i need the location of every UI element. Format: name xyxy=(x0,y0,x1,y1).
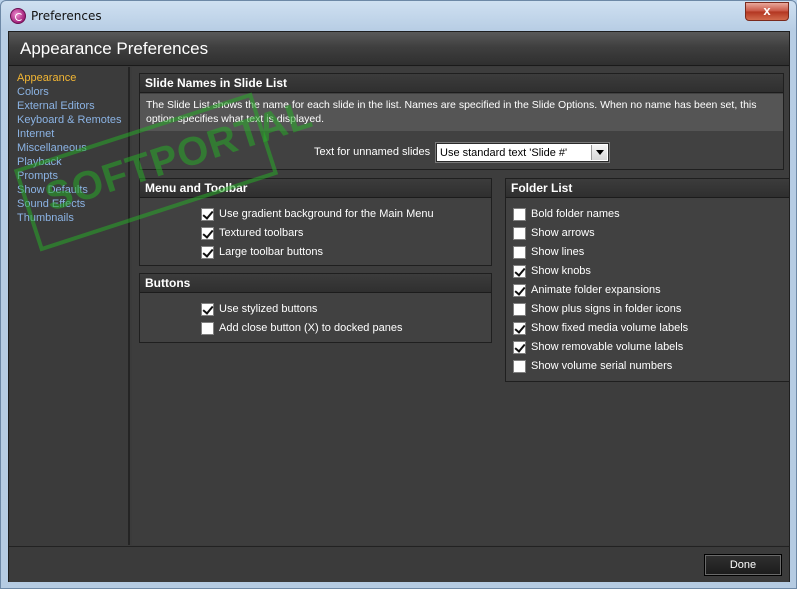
textured-toolbars-label: Textured toolbars xyxy=(219,227,304,239)
menu-toolbar-heading: Menu and Toolbar xyxy=(140,179,491,198)
bold-folder-names-label: Bold folder names xyxy=(531,208,620,220)
animate-folder-expansions-label: Animate folder expansions xyxy=(531,284,661,296)
close-button-docked-label: Add close button (X) to docked panes xyxy=(219,322,403,334)
app-logo-icon xyxy=(10,8,26,24)
window-title: Preferences xyxy=(31,9,102,23)
title-bar[interactable]: Preferences x xyxy=(1,1,796,31)
sidebar-item-keyboard-remotes[interactable]: Keyboard & Remotes xyxy=(17,114,122,126)
slide-names-panel: Slide Names in Slide List The Slide List… xyxy=(139,73,784,170)
sidebar-item-show-defaults[interactable]: Show Defaults xyxy=(17,184,88,196)
main-content: Slide Names in Slide List The Slide List… xyxy=(132,67,790,545)
buttons-panel: Buttons Use stylized buttons Add close b… xyxy=(139,273,492,343)
slide-names-description: The Slide List shows the name for each s… xyxy=(140,94,783,131)
show-knobs-option[interactable]: Show knobs xyxy=(513,263,591,279)
show-removable-labels-checkbox[interactable] xyxy=(513,340,526,354)
close-button-docked-checkbox[interactable] xyxy=(201,321,214,335)
sidebar-item-thumbnails[interactable]: Thumbnails xyxy=(17,212,74,224)
show-fixed-media-labels-checkbox[interactable] xyxy=(513,321,526,335)
stylized-buttons-option[interactable]: Use stylized buttons xyxy=(201,301,317,317)
show-lines-label: Show lines xyxy=(531,246,585,258)
chevron-down-icon[interactable] xyxy=(591,145,607,160)
sidebar-item-miscellaneous[interactable]: Miscellaneous xyxy=(17,142,87,154)
show-plus-signs-label: Show plus signs in folder icons xyxy=(531,303,682,315)
done-button[interactable]: Done xyxy=(704,554,782,576)
footer-bar: Done xyxy=(9,546,789,582)
show-knobs-checkbox[interactable] xyxy=(513,264,526,278)
stylized-buttons-label: Use stylized buttons xyxy=(219,303,318,315)
gradient-background-option[interactable]: Use gradient background for the Main Men… xyxy=(201,206,434,222)
show-removable-labels-label: Show removable volume labels xyxy=(531,341,684,353)
preferences-window: Preferences x Appearance Preferences App… xyxy=(0,0,797,589)
gradient-background-checkbox[interactable] xyxy=(201,207,214,221)
show-removable-labels-option[interactable]: Show removable volume labels xyxy=(513,339,683,355)
large-toolbar-buttons-label: Large toolbar buttons xyxy=(219,246,323,258)
sidebar: Appearance Colors External Editors Keybo… xyxy=(9,67,130,545)
show-lines-checkbox[interactable] xyxy=(513,245,526,259)
sidebar-item-internet[interactable]: Internet xyxy=(17,128,54,140)
textured-toolbars-checkbox[interactable] xyxy=(201,226,214,240)
animate-folder-expansions-checkbox[interactable] xyxy=(513,283,526,297)
sidebar-item-sound-effects[interactable]: Sound Effects xyxy=(17,198,85,210)
sidebar-item-prompts[interactable]: Prompts xyxy=(17,170,58,182)
show-arrows-option[interactable]: Show arrows xyxy=(513,225,595,241)
close-button-docked-option[interactable]: Add close button (X) to docked panes xyxy=(201,320,402,336)
client-area: Appearance Preferences Appearance Colors… xyxy=(8,31,790,582)
show-serial-numbers-checkbox[interactable] xyxy=(513,359,526,373)
stylized-buttons-checkbox[interactable] xyxy=(201,302,214,316)
folder-list-panel: Folder List Bold folder names Show arrow… xyxy=(505,178,790,382)
show-fixed-media-labels-label: Show fixed media volume labels xyxy=(531,322,689,334)
page-title: Appearance Preferences xyxy=(20,39,209,58)
show-serial-numbers-option[interactable]: Show volume serial numbers xyxy=(513,358,672,374)
gradient-background-label: Use gradient background for the Main Men… xyxy=(219,208,434,220)
unnamed-slides-select[interactable]: Use standard text 'Slide #' xyxy=(435,142,610,163)
bold-folder-names-checkbox[interactable] xyxy=(513,207,526,221)
animate-folder-expansions-option[interactable]: Animate folder expansions xyxy=(513,282,661,298)
unnamed-slides-label: Text for unnamed slides xyxy=(314,146,431,158)
bold-folder-names-option[interactable]: Bold folder names xyxy=(513,206,620,222)
show-plus-signs-option[interactable]: Show plus signs in folder icons xyxy=(513,301,681,317)
window-close-button[interactable]: x xyxy=(745,2,789,21)
sidebar-item-external-editors[interactable]: External Editors xyxy=(17,100,95,112)
textured-toolbars-option[interactable]: Textured toolbars xyxy=(201,225,303,241)
show-serial-numbers-label: Show volume serial numbers xyxy=(531,360,673,372)
show-arrows-label: Show arrows xyxy=(531,227,595,239)
show-knobs-label: Show knobs xyxy=(531,265,591,277)
show-arrows-checkbox[interactable] xyxy=(513,226,526,240)
page-header: Appearance Preferences xyxy=(9,32,789,66)
folder-list-heading: Folder List xyxy=(506,179,789,198)
show-plus-signs-checkbox[interactable] xyxy=(513,302,526,316)
show-lines-option[interactable]: Show lines xyxy=(513,244,584,260)
sidebar-item-colors[interactable]: Colors xyxy=(17,86,49,98)
sidebar-item-playback[interactable]: Playback xyxy=(17,156,62,168)
slide-names-heading: Slide Names in Slide List xyxy=(140,74,783,93)
show-fixed-media-labels-option[interactable]: Show fixed media volume labels xyxy=(513,320,688,336)
buttons-heading: Buttons xyxy=(140,274,491,293)
menu-toolbar-panel: Menu and Toolbar Use gradient background… xyxy=(139,178,492,266)
large-toolbar-buttons-option[interactable]: Large toolbar buttons xyxy=(201,244,323,260)
large-toolbar-buttons-checkbox[interactable] xyxy=(201,245,214,259)
sidebar-item-appearance[interactable]: Appearance xyxy=(17,72,76,84)
unnamed-slides-select-value: Use standard text 'Slide #' xyxy=(440,147,568,159)
